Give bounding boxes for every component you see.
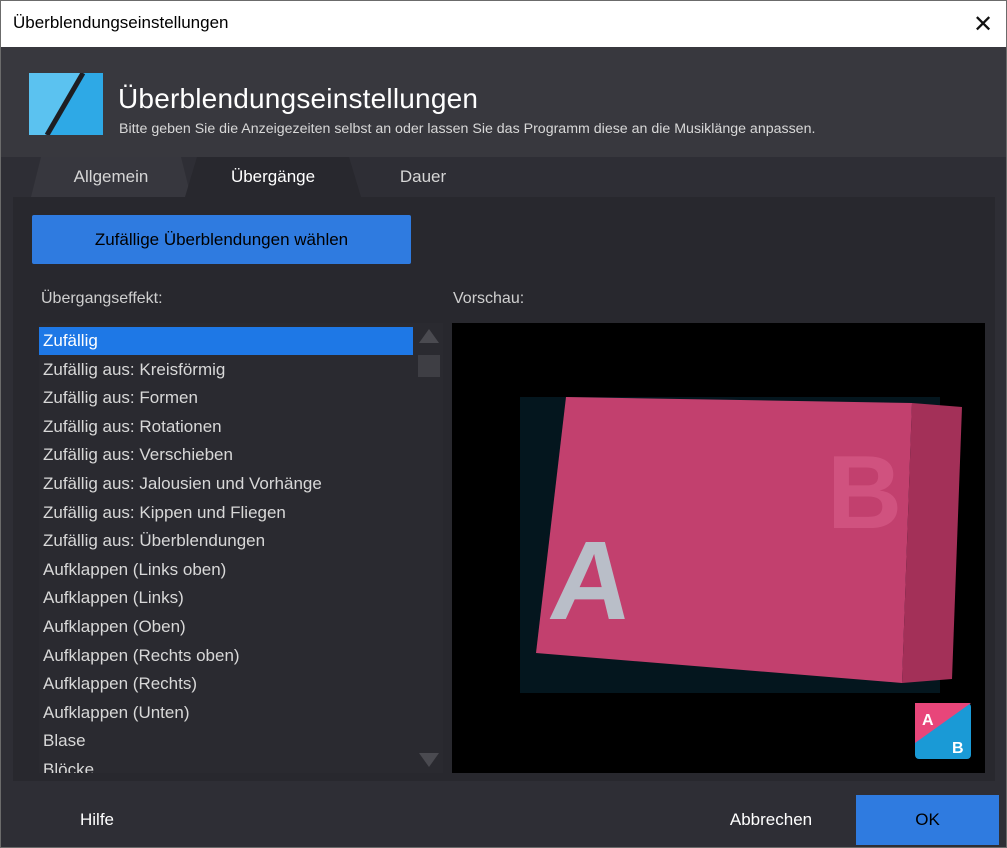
effect-list-item[interactable]: Aufklappen (Links oben) (39, 556, 413, 584)
effect-list-item[interactable]: Aufklappen (Rechts oben) (39, 642, 413, 670)
ab-badge-icon: A B (915, 703, 971, 759)
badge-letter-b: B (952, 740, 964, 757)
scroll-down-icon[interactable] (419, 753, 439, 767)
effect-list-item[interactable]: Zufällig aus: Formen (39, 384, 413, 412)
tab-bar: Allgemein Übergänge Dauer (1, 157, 1006, 197)
scroll-up-icon[interactable] (419, 329, 439, 343)
tab-dauer[interactable]: Dauer (363, 157, 483, 197)
transition-card-edge (902, 403, 962, 683)
effect-list-item[interactable]: Aufklappen (Links) (39, 584, 413, 612)
letter-a: A (544, 517, 638, 643)
help-button[interactable]: Hilfe (41, 795, 153, 845)
list-scrollbar[interactable] (415, 323, 443, 773)
effect-list[interactable]: Zufällig Zufällig aus: Kreisförmig Zufälli… (39, 323, 443, 773)
dialog-window: Überblendungseinstellungen ✕ Überblendun… (0, 0, 1007, 848)
scroll-thumb[interactable] (418, 355, 440, 377)
effect-list-item[interactable]: Blöcke (39, 756, 413, 773)
preview-panel: B A A B (452, 323, 985, 773)
preview-image: B A A B (520, 397, 971, 759)
window-title: Überblendungseinstellungen (13, 13, 229, 32)
badge-letter-a: A (922, 712, 934, 729)
random-transitions-button[interactable]: Zufällige Überblendungen wählen (32, 215, 411, 264)
effect-list-item[interactable]: Aufklappen (Oben) (39, 613, 413, 641)
header-title: Überblendungseinstellungen (118, 83, 479, 114)
header-subtitle: Bitte geben Sie die Anzeigezeiten selbst… (119, 121, 816, 137)
effect-list-item[interactable]: Aufklappen (Unten) (39, 699, 413, 727)
letter-b: B (827, 435, 902, 551)
effect-list-item[interactable]: Zufällig aus: Kreisförmig (39, 356, 413, 384)
close-icon[interactable]: ✕ (960, 1, 1006, 47)
cancel-button[interactable]: Abbrechen (701, 795, 841, 845)
effect-list-item[interactable]: Blase (39, 727, 413, 755)
effect-list-item[interactable]: Zufällig aus: Rotationen (39, 413, 413, 441)
effect-list-item[interactable]: Zufällig aus: Kippen und Fliegen (39, 499, 413, 527)
effect-list-item[interactable]: Zufällig aus: Überblendungen (39, 527, 413, 555)
tab-allgemein[interactable]: Allgemein (31, 157, 191, 197)
effect-label: Übergangseffekt: (41, 290, 163, 307)
ok-button[interactable]: OK (856, 795, 999, 845)
transition-logo-icon (29, 73, 103, 135)
title-bar: Überblendungseinstellungen ✕ (1, 1, 1006, 47)
effect-list-item[interactable]: Aufklappen (Rechts) (39, 670, 413, 698)
preview-label: Vorschau: (453, 290, 525, 307)
dialog-header: Überblendungseinstellungen Bitte geben S… (1, 47, 1006, 157)
tab-uebergaenge[interactable]: Übergänge (185, 157, 361, 197)
effect-list-item[interactable]: Zufällig (39, 327, 413, 355)
effect-list-item[interactable]: Zufällig aus: Verschieben (39, 441, 413, 469)
effect-list-item[interactable]: Zufällig aus: Jalousien und Vorhänge (39, 470, 413, 498)
